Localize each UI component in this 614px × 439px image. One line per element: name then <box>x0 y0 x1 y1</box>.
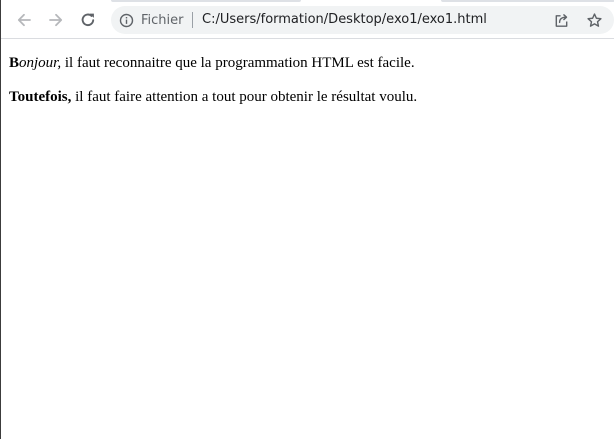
arrow-left-icon <box>17 13 31 27</box>
share-icon <box>555 13 567 27</box>
browser-toolbar: Fichier C:/Users/formation/Desktop/exo1/… <box>1 0 614 39</box>
info-icon <box>119 13 134 27</box>
url-text[interactable]: C:/Users/formation/Desktop/exo1/exo1.htm… <box>202 12 487 28</box>
star-icon <box>586 12 602 27</box>
tab-strip-edge <box>441 0 614 2</box>
omnibox-separator <box>192 12 193 28</box>
reload-icon <box>81 13 95 27</box>
bookmark-button[interactable] <box>584 10 604 30</box>
paragraph-text: il faut faire attention a tout pour obte… <box>71 89 418 105</box>
paragraph-text: il faut reconnaitre que la programmation… <box>61 55 415 71</box>
back-button[interactable] <box>11 7 37 33</box>
page-content: Bonjour, il faut reconnaitre que la prog… <box>9 54 605 106</box>
paragraph-warning: Toutefois, il faut faire attention a tou… <box>9 88 605 106</box>
reload-button[interactable] <box>75 7 101 33</box>
tab-strip-edge <box>111 0 301 2</box>
share-button[interactable] <box>551 10 571 30</box>
paragraph-greeting: Bonjour, il faut reconnaitre que la prog… <box>9 54 605 72</box>
site-info-label: Fichier <box>141 12 184 28</box>
site-info-button[interactable]: Fichier <box>119 11 184 29</box>
bold-initial: B <box>9 55 20 71</box>
forward-button[interactable] <box>43 7 69 33</box>
browser-window: Fichier C:/Users/formation/Desktop/exo1/… <box>0 0 614 439</box>
address-bar[interactable]: Fichier C:/Users/formation/Desktop/exo1/… <box>111 6 614 34</box>
bold-lead: Toutefois, <box>9 89 72 105</box>
arrow-right-icon <box>49 13 63 27</box>
italic-word: onjour, <box>19 55 62 71</box>
